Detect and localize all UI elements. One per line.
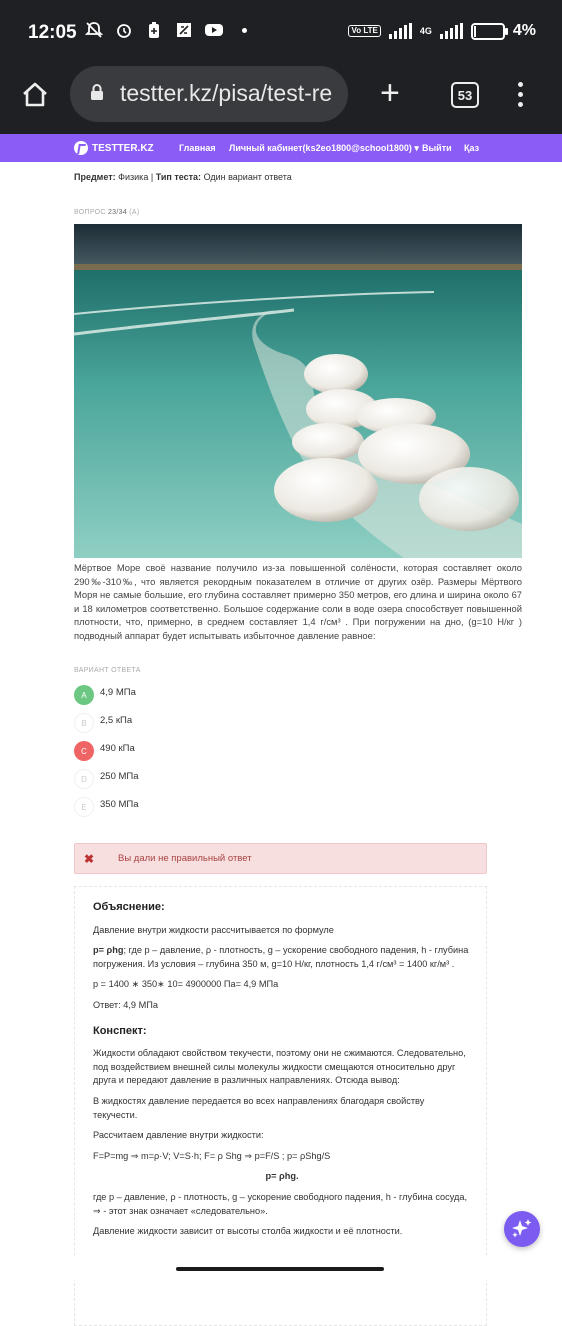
alarm-icon	[114, 20, 134, 40]
clock: 12:05	[28, 22, 77, 43]
summary-text: Жидкости обладают свойством текучести, п…	[93, 1048, 466, 1086]
home-icon[interactable]	[20, 80, 50, 110]
ai-assistant-button[interactable]	[504, 1211, 540, 1247]
sparkle-icon	[512, 1219, 532, 1238]
test-meta: Предмет: Физика | Тип теста: Один вариан…	[74, 172, 292, 182]
option-text[interactable]: 490 кПа	[100, 743, 135, 754]
status-bar: 12:05 Vo LTE 4G 4%	[0, 0, 562, 66]
option-letter[interactable]: E	[74, 797, 94, 817]
summary-text: В жидкостях давление передается во всех …	[93, 1095, 425, 1120]
question-text: Мёртвое Море своё название получило из-з…	[74, 562, 522, 641]
option-letter[interactable]: C	[74, 741, 94, 761]
answer-option-b[interactable]: B 2,5 кПа	[74, 713, 374, 733]
signal-icon	[388, 23, 412, 39]
explanation-formula: p= ρhg; где p – давление, ρ - плотность,…	[93, 945, 469, 969]
battery-icon	[470, 22, 508, 40]
browser-toolbar: testter.kz/pisa/test-re + 53	[0, 66, 562, 134]
explanation-answer: Ответ: 4,9 МПа	[93, 999, 158, 1010]
new-tab-icon[interactable]: +	[380, 76, 400, 110]
question-number: ВОПРОС 23/34 (А)	[74, 209, 140, 216]
summary-formula: F=P=mg ⇒ m=ρ·V; V=S·h; F= ρ Shg ⇒ p=F/S …	[93, 1150, 331, 1161]
error-icon: ✖	[84, 852, 95, 866]
nav-language[interactable]: Қаз	[464, 143, 479, 153]
volte-icon: Vo LTE	[348, 25, 381, 37]
summary-text: где p – давление, ρ - плотность, g – уск…	[93, 1191, 468, 1216]
lock-icon[interactable]	[90, 83, 104, 101]
option-text[interactable]: 4,9 МПа	[100, 687, 136, 698]
signal-icon-2	[439, 23, 463, 39]
answers-label: ВАРИАНТ ОТВЕТА	[74, 667, 141, 674]
result-alert: ✖ Вы дали не правильный ответ	[74, 843, 487, 874]
option-letter[interactable]: D	[74, 769, 94, 789]
result-message: Вы дали не правильный ответ	[118, 853, 252, 864]
option-text[interactable]: 250 МПа	[100, 771, 139, 782]
option-text[interactable]: 350 МПа	[100, 799, 139, 810]
option-letter[interactable]: A	[74, 685, 94, 705]
explanation-text: Давление внутри жидкости рассчитывается …	[93, 924, 334, 935]
address-bar[interactable]: testter.kz/pisa/test-re	[70, 66, 348, 122]
logo-text: TESTTER.KZ	[92, 142, 154, 154]
network-type: 4G	[419, 25, 432, 36]
menu-icon[interactable]	[518, 82, 524, 112]
logo-icon	[74, 141, 88, 155]
battery-percent: 4%	[512, 22, 536, 39]
explanation-title: Объяснение:	[93, 901, 165, 913]
answer-option-e[interactable]: E 350 МПа	[74, 797, 374, 817]
battery-saver-icon	[144, 20, 164, 40]
site-navbar: TESTTER.KZ Главная Личный кабинет(ks2eo1…	[0, 134, 562, 162]
summary-text: Давление жидкости зависит от высоты стол…	[93, 1226, 403, 1237]
system-icons: Vo LTE 4G 4%	[348, 22, 536, 40]
summary-title: Конспект:	[93, 1024, 147, 1037]
summary-formula-result: p= ρhg.	[265, 1171, 299, 1182]
cast-icon	[174, 20, 194, 40]
notification-icons	[84, 20, 247, 40]
site-logo[interactable]: TESTTER.KZ	[74, 141, 154, 155]
tab-switcher-button[interactable]: 53	[451, 82, 479, 108]
nav-account[interactable]: Личный кабинет(ks2eo1800@school1800) ▾	[229, 143, 419, 154]
answer-option-a[interactable]: A 4,9 МПа	[74, 685, 374, 705]
mute-icon	[84, 20, 104, 40]
gesture-bar[interactable]	[176, 1267, 384, 1271]
answer-option-d[interactable]: D 250 МПа	[74, 769, 374, 789]
nav-logout[interactable]: Выйти	[422, 143, 452, 153]
youtube-icon	[204, 20, 224, 40]
option-text[interactable]: 2,5 кПа	[100, 715, 132, 726]
option-letter[interactable]: B	[74, 713, 94, 733]
explanation-calc: p = 1400 ∗ 350∗ 10= 4900000 Па= 4,9 МПа	[93, 979, 279, 990]
question-image	[74, 224, 522, 558]
nav-home[interactable]: Главная	[179, 143, 216, 153]
url-text[interactable]: testter.kz/pisa/test-re	[120, 80, 342, 107]
answer-option-c[interactable]: C 490 кПа	[74, 741, 374, 761]
more-notifications-icon	[242, 27, 247, 33]
summary-text: Рассчитаем давление внутри жидкости:	[93, 1130, 264, 1141]
